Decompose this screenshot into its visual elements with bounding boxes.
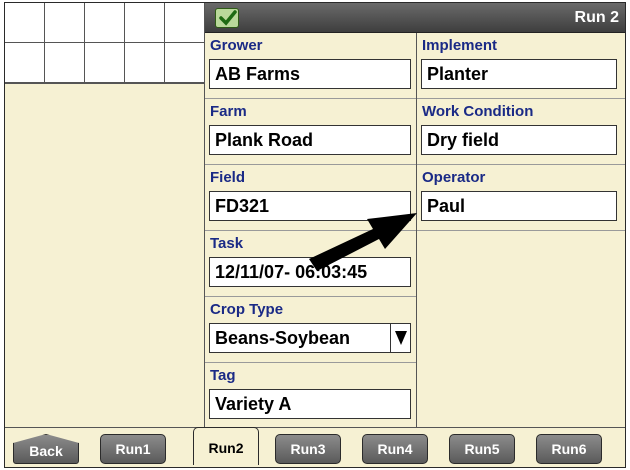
grid-cell[interactable]	[45, 3, 85, 43]
left-pane	[5, 83, 205, 427]
crop-type-select[interactable]: Beans-Soybean	[209, 323, 411, 353]
tab-run2[interactable]: Run2	[193, 427, 259, 465]
check-icon	[215, 8, 239, 28]
work-condition-label: Work Condition	[422, 103, 534, 120]
form-column-right: Implement Planter Work Condition Dry fie…	[417, 33, 625, 427]
grid-cell[interactable]	[125, 43, 165, 83]
grower-label: Grower	[210, 37, 263, 54]
run-title: Run 2	[574, 9, 619, 26]
tab-bar: Back Run1 Run2 Run3 Run4 Run5 Run6	[5, 427, 625, 467]
pointer-arrow-icon	[309, 213, 417, 271]
tab-run6[interactable]: Run6	[536, 434, 602, 464]
tab-run1[interactable]: Run1	[100, 434, 166, 464]
grid-cell[interactable]	[165, 3, 205, 43]
grower-input[interactable]: AB Farms	[209, 59, 411, 89]
farm-input[interactable]: Plank Road	[209, 125, 411, 155]
crop-type-field: Crop Type Beans-Soybean	[205, 297, 416, 363]
grid-cell[interactable]	[85, 43, 125, 83]
back-button[interactable]: Back	[13, 434, 79, 464]
grid-cell[interactable]	[85, 3, 125, 43]
operator-field: Operator Paul	[417, 165, 625, 231]
tag-input[interactable]: Variety A	[209, 389, 411, 419]
work-condition-input[interactable]: Dry field	[421, 125, 617, 155]
grid-cell[interactable]	[5, 43, 45, 83]
field-label: Field	[210, 169, 246, 186]
tab-run5[interactable]: Run5	[449, 434, 515, 464]
implement-field: Implement Planter	[417, 33, 625, 99]
operator-input[interactable]: Paul	[421, 191, 617, 221]
tab-run3[interactable]: Run3	[275, 434, 341, 464]
grower-field: Grower AB Farms	[205, 33, 416, 99]
crop-type-label: Crop Type	[210, 301, 284, 318]
farm-field: Farm Plank Road	[205, 99, 416, 165]
tab-run4[interactable]: Run4	[362, 434, 428, 464]
tag-label: Tag	[210, 367, 236, 384]
dropdown-arrow-icon[interactable]	[390, 324, 410, 352]
grid-cell[interactable]	[45, 43, 85, 83]
task-label: Task	[210, 235, 244, 252]
title-bar: Run 2	[205, 3, 625, 33]
grid-cell[interactable]	[165, 43, 205, 83]
operator-label: Operator	[422, 169, 486, 186]
implement-label: Implement	[422, 37, 498, 54]
grid-cell[interactable]	[125, 3, 165, 43]
farm-label: Farm	[210, 103, 247, 120]
run-screen: Run 2 Grower AB Farms Farm Plank Road Fi…	[4, 2, 626, 468]
grid-cell[interactable]	[5, 3, 45, 43]
grid-panel	[5, 3, 205, 83]
work-condition-field: Work Condition Dry field	[417, 99, 625, 165]
implement-input[interactable]: Planter	[421, 59, 617, 89]
tag-field: Tag Variety A	[205, 363, 416, 429]
crop-type-value: Beans-Soybean	[215, 328, 351, 348]
